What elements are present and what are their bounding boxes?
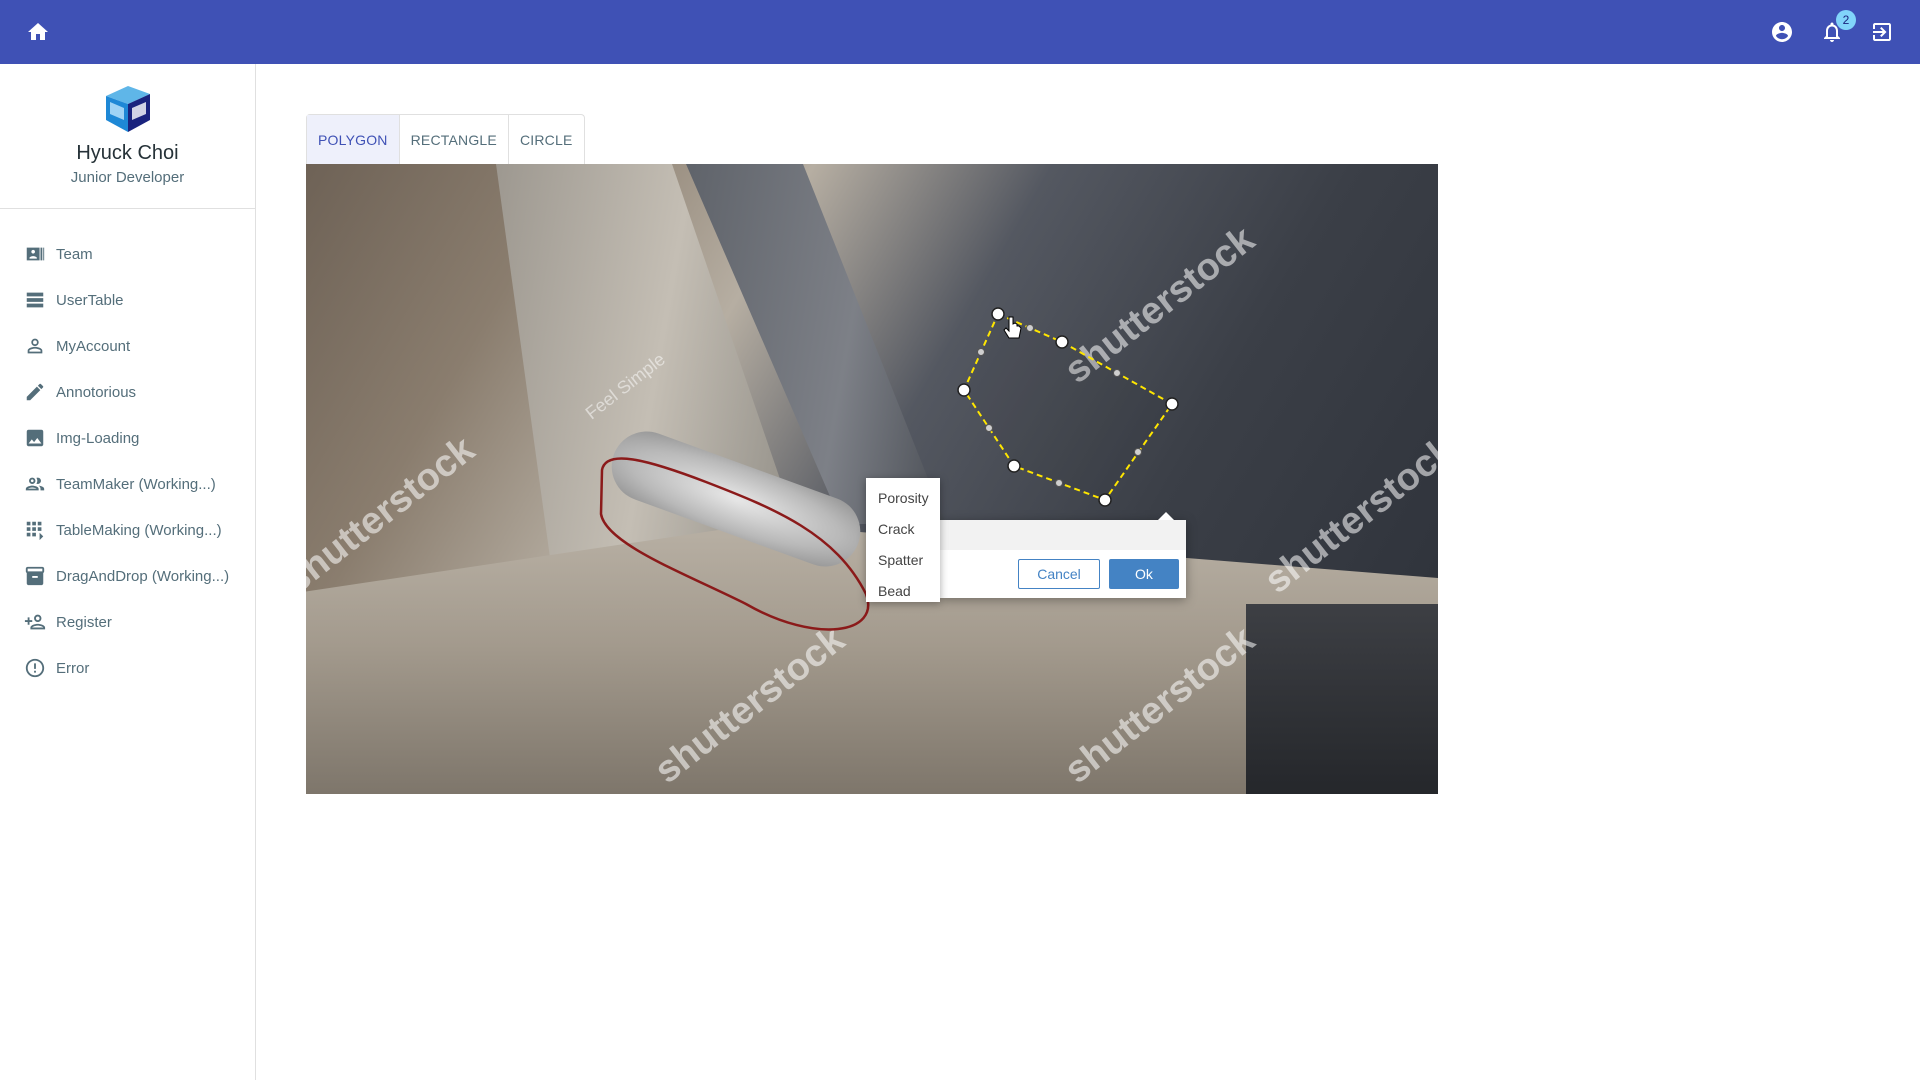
sidebar-item-register[interactable]: Register: [0, 599, 255, 645]
sidebar: Hyuck Choi Junior Developer Team UserTab…: [0, 64, 256, 1080]
sidebar-item-tablemaking[interactable]: TableMaking (Working...): [0, 507, 255, 553]
grid-icon: [26, 521, 44, 541]
tab-rectangle[interactable]: RECTANGLE: [400, 115, 509, 164]
pencil-icon: [26, 383, 44, 401]
tag-dropdown: Porosity Crack Spatter Bead: [866, 478, 940, 602]
sidebar-item-draganddrop[interactable]: DragAndDrop (Working...): [0, 553, 255, 599]
tag-input-strip[interactable]: [940, 520, 1186, 550]
polygon-midpoint-handle: [977, 348, 985, 356]
sidebar-item-label: Error: [56, 659, 90, 677]
polygon-midpoint-handle: [1134, 448, 1142, 456]
sidebar-item-myaccount[interactable]: MyAccount: [0, 323, 255, 369]
tag-option-spatter[interactable]: Spatter: [866, 544, 940, 575]
sidebar-item-label: Img-Loading: [56, 429, 140, 447]
tag-option-porosity[interactable]: Porosity: [866, 482, 940, 513]
polygon-vertex-handle: [1165, 397, 1179, 411]
profile-section: Hyuck Choi Junior Developer: [0, 64, 255, 209]
person-icon: [27, 338, 43, 354]
cancel-button[interactable]: Cancel: [1018, 559, 1100, 589]
polygon-midpoint-handle: [1113, 369, 1121, 377]
tag-option-bead[interactable]: Bead: [866, 575, 940, 606]
sidebar-item-error[interactable]: Error: [0, 645, 255, 691]
sidebar-item-label: Register: [56, 613, 112, 631]
table-rows-icon: [26, 292, 44, 308]
sidebar-item-label: UserTable: [56, 291, 124, 309]
team-card-icon: [26, 247, 45, 261]
sidebar-item-label: MyAccount: [56, 337, 131, 355]
sidebar-item-team[interactable]: Team: [0, 231, 255, 277]
polygon-vertex-handle: [1098, 493, 1112, 507]
sidebar-nav: Team UserTable MyAccount Annotorious Img…: [0, 209, 255, 691]
account-circle-icon[interactable]: [1768, 18, 1796, 46]
app-bar: 2: [0, 0, 1920, 64]
bell-icon[interactable]: 2: [1818, 10, 1856, 46]
cube-logo-icon: [105, 86, 150, 132]
profile-name: Hyuck Choi: [76, 142, 179, 164]
ok-button[interactable]: Ok: [1109, 559, 1179, 589]
sidebar-item-label: Team: [56, 245, 93, 263]
saved-shape-outline: [599, 457, 870, 631]
error-outline-icon: [25, 658, 45, 678]
sidebar-item-teammaker[interactable]: TeamMaker (Working...): [0, 461, 255, 507]
sidebar-item-img-loading[interactable]: Img-Loading: [0, 415, 255, 461]
polygon-midpoint-handle: [985, 424, 993, 432]
image-icon: [26, 429, 44, 447]
logout-icon[interactable]: [1868, 18, 1896, 46]
shape-tabs: POLYGON RECTANGLE CIRCLE: [306, 114, 585, 164]
notification-badge: 2: [1836, 10, 1856, 30]
people-icon: [25, 477, 45, 491]
sidebar-item-label: TeamMaker (Working...): [56, 475, 216, 493]
profile-role: Junior Developer: [70, 169, 185, 186]
polygon-midpoint-handle: [1055, 479, 1063, 487]
archive-icon: [25, 566, 45, 586]
polygon-vertex-handle: [1055, 335, 1069, 349]
sidebar-item-label: TableMaking (Working...): [56, 521, 222, 539]
tab-polygon[interactable]: POLYGON: [307, 115, 400, 164]
polygon-midpoint-handle: [1026, 324, 1034, 332]
tag-option-crack[interactable]: Crack: [866, 513, 940, 544]
tab-circle[interactable]: CIRCLE: [509, 115, 584, 164]
polygon-vertex-handle: [957, 383, 971, 397]
sidebar-item-annotorious[interactable]: Annotorious: [0, 369, 255, 415]
sidebar-item-usertable[interactable]: UserTable: [0, 277, 255, 323]
sidebar-item-label: Annotorious: [56, 383, 137, 401]
person-add-icon: [24, 614, 46, 630]
app-bar-actions: 2: [1768, 10, 1896, 46]
polygon-vertex-handle: [991, 307, 1005, 321]
sidebar-item-label: DragAndDrop (Working...): [56, 567, 230, 585]
home-icon[interactable]: [24, 18, 52, 46]
annotation-editor-popup: Cancel Ok: [940, 512, 1186, 598]
polygon-vertex-handle: [1007, 459, 1021, 473]
